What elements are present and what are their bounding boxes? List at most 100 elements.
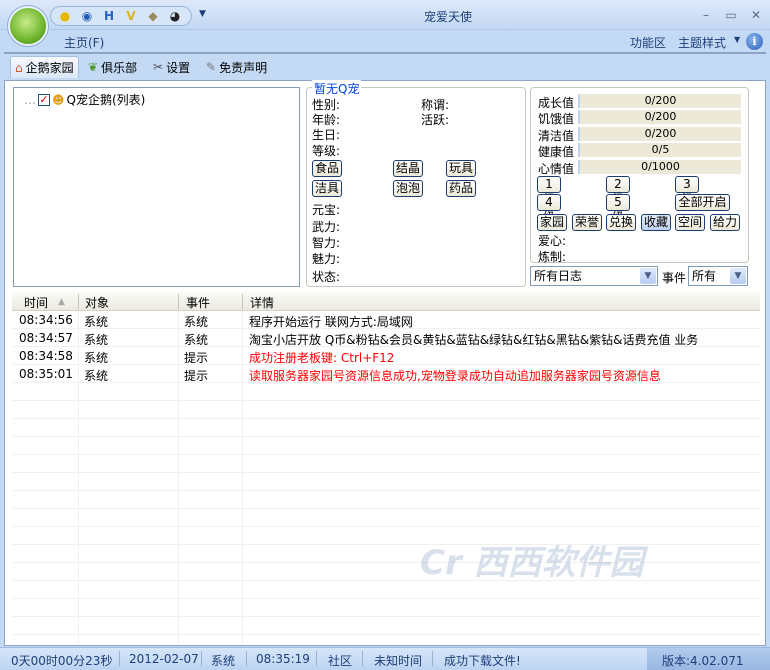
mood-value: 0/1000 [578, 160, 741, 174]
chevron-down-icon[interactable]: ▼ [734, 35, 740, 44]
tab-settings[interactable]: ✂ 设置 [149, 56, 194, 78]
cell-obj: 系统 [84, 369, 109, 383]
home-button[interactable]: 家园 [537, 214, 567, 231]
exchange-button[interactable]: 兑换 [606, 214, 636, 231]
v-icon[interactable]: V [123, 8, 139, 24]
system-text: 系统 [211, 654, 236, 668]
globe-icon[interactable]: ◉ [79, 8, 95, 24]
mood-label: 心情值 [538, 162, 575, 176]
log-type-select[interactable]: 所有日志 ▼ [530, 266, 658, 286]
tree-icon: ❦ [88, 60, 99, 74]
close-button[interactable]: ✕ [747, 8, 765, 22]
birthday-label: 生日: [312, 128, 341, 142]
empty-row [12, 473, 760, 491]
cell-event: 提示 [184, 369, 209, 383]
column-detail[interactable]: 详情 [250, 294, 274, 311]
cell-event: 提示 [184, 351, 209, 365]
chevron-down-icon[interactable]: ▼ [730, 268, 746, 284]
bulb-icon[interactable]: ● [57, 8, 73, 24]
menu-theme-style[interactable]: 主题样式 [678, 34, 726, 51]
tab-penguin-home[interactable]: ⌂ 企鹅家园 [10, 56, 79, 78]
node-checkbox[interactable]: ✓ [38, 93, 50, 106]
event-filter-label: 事件 [662, 271, 687, 285]
empty-row [12, 491, 760, 509]
open-all-button[interactable]: 全部开启 [675, 194, 730, 211]
time-text: 08:35:19 [256, 652, 310, 666]
column-divider[interactable] [78, 294, 79, 309]
toy-button[interactable]: 玩具 [446, 160, 476, 177]
app-orb-button[interactable] [8, 6, 48, 46]
cell-obj: 系统 [84, 333, 109, 347]
level5-button[interactable]: 5级 [606, 194, 630, 224]
maximize-button[interactable]: ▭ [722, 8, 740, 22]
info-icon[interactable]: i [746, 33, 763, 50]
empty-row [12, 599, 760, 617]
crystal-button[interactable]: 结晶 [393, 160, 423, 177]
community-link[interactable]: 社区 [328, 652, 352, 669]
scroll-icon: ✎ [206, 60, 217, 74]
cleaner-button[interactable]: 洁具 [312, 180, 342, 197]
quick-access-toolbar: ● ◉ H V ◆ ◕ [50, 6, 192, 26]
hunger-value: 0/200 [578, 110, 741, 124]
column-event[interactable]: 事件 [186, 294, 210, 311]
level1-button[interactable]: 1级 [537, 176, 561, 206]
cell-time: 08:35:01 [19, 367, 73, 381]
cell-detail: 读取服务器家园号资源信息成功,宠物登录成功自动追加服务器家园号资源信息 [249, 369, 661, 383]
column-divider[interactable] [178, 294, 179, 309]
watermark-logo: Cr 西西软件园 [420, 543, 644, 583]
level3-button[interactable]: 3级 [675, 176, 699, 206]
cell-time: 08:34:56 [19, 313, 73, 327]
clean-value: 0/200 [578, 127, 741, 141]
tree-node-pet-list[interactable]: … ✓ ☻ Q宠企鹅(列表) [24, 91, 145, 108]
log-type-value: 所有日志 [534, 269, 583, 283]
column-time[interactable]: 时间 [24, 294, 48, 311]
pet-info-legend: 暂无Q宠 [312, 80, 362, 97]
honor-button[interactable]: 荣誉 [572, 214, 602, 231]
cell-detail: 淘宝小店开放 Q币&粉钻&会员&黄钻&蓝钻&绿钻&红钻&黑钻&紫钻&话费充值 业… [249, 333, 699, 347]
level-label: 等级: [312, 144, 341, 158]
column-object[interactable]: 对象 [85, 294, 109, 311]
minimize-button[interactable]: – [697, 8, 715, 22]
tab-club[interactable]: ❦ 俱乐部 [84, 56, 141, 78]
qq-penguin-icon[interactable]: ◕ [167, 8, 183, 24]
column-divider[interactable] [242, 294, 243, 309]
collect-button[interactable]: 收藏 [641, 214, 671, 231]
empty-row [12, 437, 760, 455]
tab-label: 企鹅家园 [25, 61, 74, 75]
home-icon: ⌂ [15, 60, 23, 75]
clean-label: 清洁值 [538, 129, 575, 143]
intelligence-label: 智力: [312, 236, 341, 250]
medicine-button[interactable]: 药品 [446, 180, 476, 197]
empty-row [12, 617, 760, 635]
h-icon[interactable]: H [101, 8, 117, 24]
refine-label: 炼制: [538, 250, 567, 264]
hunger-label: 饥饿值 [538, 112, 575, 126]
event-value: 所有 [692, 269, 717, 283]
space-button[interactable]: 空间 [675, 214, 705, 231]
tools-icon: ✂ [153, 60, 164, 74]
empty-row [12, 509, 760, 527]
level2-button[interactable]: 2级 [606, 176, 630, 206]
food-button[interactable]: 食品 [312, 160, 342, 177]
penguin-icon: ☻ [52, 92, 65, 107]
bubble-button[interactable]: 泡泡 [393, 180, 423, 197]
customize-toolbar-icon[interactable]: ▼ [199, 9, 206, 19]
box-icon[interactable]: ◆ [145, 8, 161, 24]
love-label: 爱心: [538, 234, 567, 248]
empty-row [12, 455, 760, 473]
menu-home[interactable]: 主页(F) [64, 34, 104, 51]
empty-row [12, 527, 760, 545]
level4-button[interactable]: 4级 [537, 194, 561, 224]
yuanbao-label: 元宝: [312, 203, 341, 217]
pet-tree-view[interactable] [13, 87, 300, 287]
version-text: 版本:4.02.071 [647, 648, 770, 670]
tab-disclaimer[interactable]: ✎ 免责声明 [202, 56, 271, 78]
event-select[interactable]: 所有 ▼ [688, 266, 748, 286]
menu-function-area[interactable]: 功能区 [630, 34, 666, 51]
chevron-down-icon[interactable]: ▼ [640, 268, 656, 284]
cell-time: 08:34:57 [19, 331, 73, 345]
power-button[interactable]: 给力 [710, 214, 740, 231]
active-label: 活跃: [421, 113, 450, 127]
cell-detail: 程序开始运行 联网方式:局域网 [249, 315, 413, 329]
empty-row [12, 419, 760, 437]
